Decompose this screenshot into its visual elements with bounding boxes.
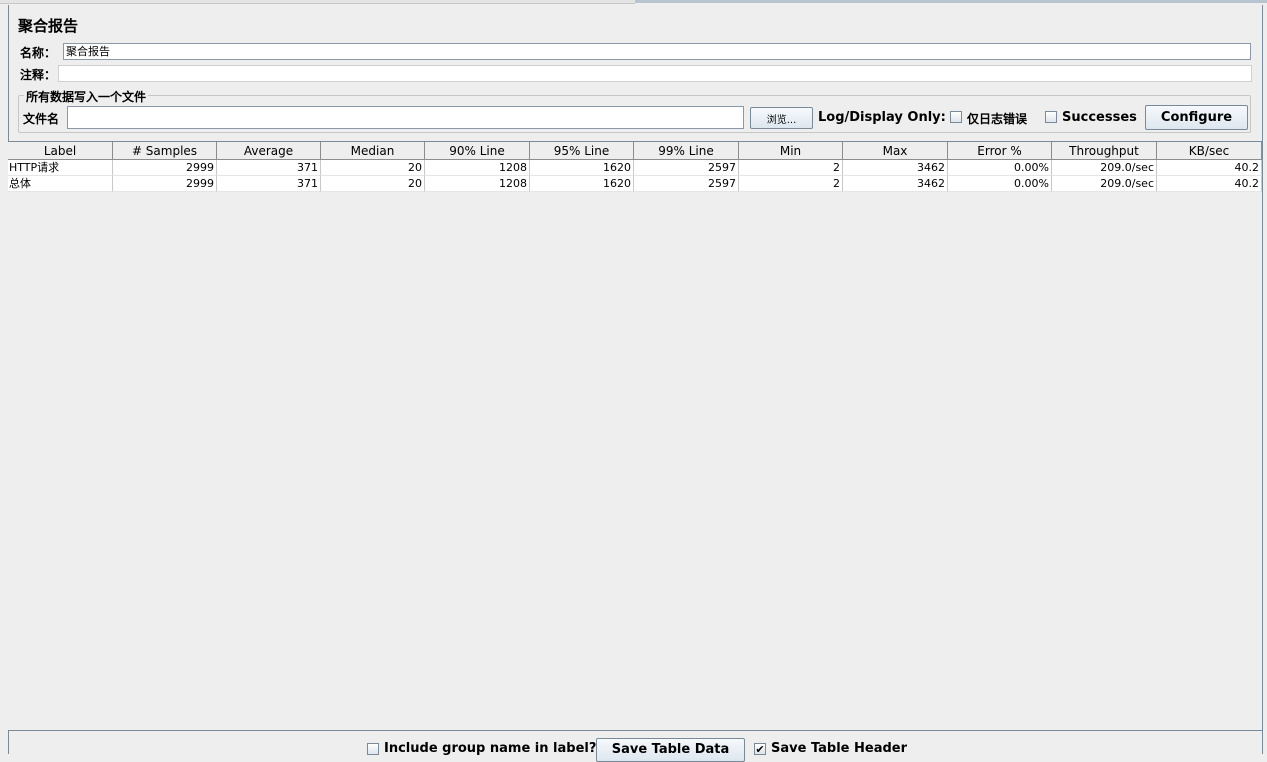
table-cell: 0.00% [948, 176, 1052, 192]
table-cell: 2999 [113, 160, 217, 176]
checkmark-icon: ✔ [755, 743, 765, 756]
table-cell: 1620 [530, 176, 634, 192]
table-cell: 2597 [634, 160, 739, 176]
column-header[interactable]: 95% Line [530, 142, 634, 160]
configure-button-label: Configure [1160, 110, 1233, 125]
table-cell: 2 [739, 176, 843, 192]
panel-right-border [1262, 5, 1263, 754]
column-header[interactable]: 99% Line [634, 142, 739, 160]
log-display-only-label: Log/Display Only: [818, 110, 946, 125]
table-cell: 2999 [113, 176, 217, 192]
table-cell: 总体 [8, 176, 113, 192]
top-tabs-strip [0, 0, 635, 4]
table-cell: 3462 [843, 160, 948, 176]
column-header[interactable]: 90% Line [425, 142, 530, 160]
panel-title: 聚合报告 [18, 17, 79, 35]
column-header[interactable]: # Samples [113, 142, 217, 160]
browse-button[interactable]: 浏览... [750, 107, 813, 129]
table-cell: HTTP请求 [8, 160, 113, 176]
errors-only-checkbox[interactable] [950, 111, 962, 123]
successes-checkbox[interactable] [1045, 111, 1057, 123]
column-header[interactable]: Throughput [1052, 142, 1157, 160]
name-input[interactable]: 聚合报告 [63, 43, 1251, 60]
column-header[interactable]: KB/sec [1157, 142, 1262, 160]
include-group-checkbox[interactable] [367, 743, 379, 755]
name-label: 名称： [20, 46, 57, 60]
filename-label: 文件名 [23, 112, 60, 126]
column-header[interactable]: Median [321, 142, 425, 160]
table-header: Label # Samples Average Median 90% Line … [8, 142, 1262, 160]
aggregate-table[interactable]: Label # Samples Average Median 90% Line … [8, 141, 1262, 731]
table-cell: 40.2 [1157, 176, 1262, 192]
save-table-data-label: Save Table Data [611, 742, 730, 757]
configure-button[interactable]: Configure [1145, 105, 1248, 130]
errors-only-label: 仅日志错误 [967, 112, 1028, 126]
table-cell: 0.00% [948, 160, 1052, 176]
comment-input[interactable] [58, 65, 1252, 82]
table-cell: 2597 [634, 176, 739, 192]
table-cell: 20 [321, 176, 425, 192]
table-row[interactable]: HTTP请求 2999 371 20 1208 1620 2597 2 3462… [8, 160, 1262, 176]
table-cell: 3462 [843, 176, 948, 192]
comment-label: 注释： [20, 68, 57, 82]
table-cell: 20 [321, 160, 425, 176]
file-section-legend: 所有数据写入一个文件 [24, 88, 149, 105]
table-cell: 1208 [425, 176, 530, 192]
table-row[interactable]: 总体 2999 371 20 1208 1620 2597 2 3462 0.0… [8, 176, 1262, 192]
table-cell: 2 [739, 160, 843, 176]
filename-input[interactable] [67, 106, 744, 129]
column-header[interactable]: Error % [948, 142, 1052, 160]
column-header[interactable]: Max [843, 142, 948, 160]
table-cell: 209.0/sec [1052, 160, 1157, 176]
table-cell: 371 [217, 176, 321, 192]
table-cell: 1620 [530, 160, 634, 176]
table-cell: 371 [217, 160, 321, 176]
column-header[interactable]: Average [217, 142, 321, 160]
table-cell: 209.0/sec [1052, 176, 1157, 192]
save-table-data-button[interactable]: Save Table Data [596, 738, 745, 762]
column-header[interactable]: Label [8, 142, 113, 160]
column-header[interactable]: Min [739, 142, 843, 160]
table-cell: 40.2 [1157, 160, 1262, 176]
browse-button-label: 浏览... [766, 114, 797, 126]
successes-label: Successes [1062, 110, 1137, 125]
table-cell: 1208 [425, 160, 530, 176]
save-table-header-checkbox[interactable]: ✔ [754, 743, 766, 755]
